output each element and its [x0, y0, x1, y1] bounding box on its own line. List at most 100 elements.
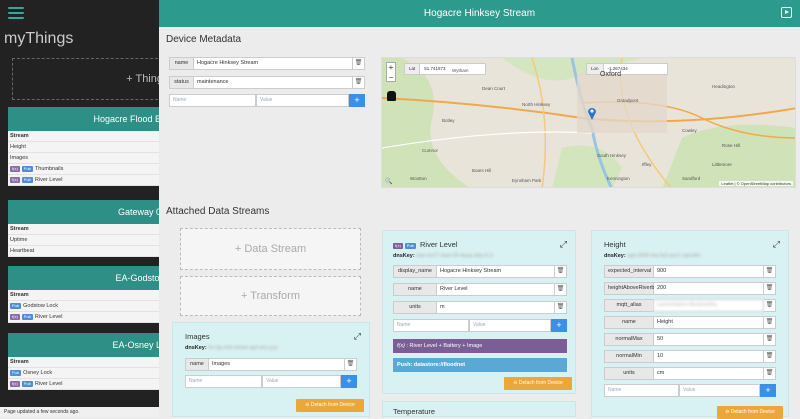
map-place-label: Littlemore: [712, 162, 732, 167]
new-value-input[interactable]: Value: [262, 375, 341, 388]
location-map[interactable]: + − Lat 51.741873 Lon -1.267434 Oxford Dea…: [381, 57, 796, 188]
thing-card[interactable]: Gateway 00Stream Uptime Heartbeat: [8, 200, 159, 257]
stream-column-header: Stream: [8, 224, 159, 235]
trash-icon[interactable]: 🗑: [555, 283, 567, 296]
stream-value-input[interactable]: Images: [209, 358, 345, 371]
trash-icon[interactable]: 🗑: [555, 265, 567, 278]
new-name-input[interactable]: Name: [604, 384, 679, 397]
stream-list-item[interactable]: Height: [8, 142, 159, 153]
trash-icon[interactable]: 🗑: [555, 301, 567, 314]
trash-icon[interactable]: 🗑: [764, 282, 776, 295]
stream-column-header: Stream: [8, 290, 159, 301]
detach-button[interactable]: ⊖ Detach from Device: [296, 399, 364, 412]
stream-new-row: Name Value +: [185, 375, 357, 388]
function-badge: f(x): [10, 314, 20, 320]
map-place-label: Cumnor: [422, 148, 439, 153]
stream-value-input[interactable]: Height: [654, 316, 764, 329]
stream-label: Uptime: [10, 236, 28, 243]
expand-icon[interactable]: ⤢: [354, 331, 361, 342]
thing-name[interactable]: Gateway 00: [8, 200, 159, 224]
new-name-input[interactable]: Name: [169, 94, 256, 107]
stream-value-input[interactable]: 10: [654, 350, 764, 363]
map-place-label: Dean Court: [482, 86, 506, 91]
stream-list-item[interactable]: Heartbeat: [8, 246, 159, 257]
metadata-key: name: [169, 57, 194, 70]
thing-name[interactable]: Hogacre Flood Ba: [8, 107, 159, 131]
streams-heading: Attached Data Streams: [166, 206, 270, 217]
stream-list-item[interactable]: Pub Godstow Lock: [8, 301, 159, 312]
stream-label: Thumbnails: [34, 165, 64, 172]
stream-label: Godstow Lock: [23, 302, 58, 309]
exit-icon[interactable]: [781, 7, 792, 18]
function-badge: f(x): [10, 166, 20, 172]
stream-list-item[interactable]: Uptime: [8, 235, 159, 246]
add-thing-button[interactable]: + Thing: [12, 58, 159, 100]
trash-icon[interactable]: 🗑: [764, 367, 776, 380]
stream-value-input[interactable]: 900: [654, 265, 764, 278]
stream-value-input[interactable]: 50: [654, 333, 764, 346]
add-field-button[interactable]: +: [341, 375, 357, 388]
trash-icon[interactable]: 🗑: [764, 333, 776, 346]
zoom-controls[interactable]: + −: [386, 62, 396, 82]
new-name-input[interactable]: Name: [393, 319, 469, 332]
publish-target[interactable]: Push: datastore://floodnet: [393, 358, 567, 372]
thing-card[interactable]: EA-GodstowStreamPubGodstow Lockf(x)PubRi…: [8, 266, 159, 323]
stream-value-input[interactable]: Hogacre Hinksey Stream: [437, 265, 555, 278]
stream-list-item[interactable]: Images: [8, 153, 159, 164]
thing-card[interactable]: Hogacre Flood Ba Stream Height Images f(x) Pu…: [8, 107, 159, 186]
stream-value-input[interactable]: cuerenfutero-floodnet/ha: [654, 299, 764, 312]
stream-key: name: [185, 358, 209, 371]
new-name-input[interactable]: Name: [185, 375, 262, 388]
stream-value-input[interactable]: River Level: [437, 283, 555, 296]
map-place-label: Iffley: [642, 162, 652, 167]
new-value-input[interactable]: Value: [256, 94, 349, 107]
detach-button[interactable]: ⊖ Detach from Device: [504, 377, 572, 390]
stream-key: normalMin: [604, 350, 654, 363]
search-icon[interactable]: 🔍: [385, 178, 392, 185]
trash-icon[interactable]: 🗑: [764, 316, 776, 329]
trash-icon[interactable]: 🗑: [345, 358, 357, 371]
lock-icon[interactable]: [387, 91, 396, 101]
function-badge: f(x): [10, 177, 20, 183]
new-value-input[interactable]: Value: [679, 384, 760, 397]
detach-button[interactable]: ⊖ Detach from Device: [717, 406, 783, 419]
map-marker-icon[interactable]: [587, 106, 597, 120]
new-value-input[interactable]: Value: [469, 319, 551, 332]
stream-list-item[interactable]: f(x) Pub Thumbnails: [8, 164, 159, 175]
trash-icon[interactable]: 🗑: [353, 76, 365, 89]
map-place-label: South Hinksey: [597, 153, 627, 158]
add-field-button[interactable]: +: [760, 384, 776, 397]
stream-value-input[interactable]: cm: [654, 367, 764, 380]
metadata-heading: Device Metadata: [166, 34, 242, 45]
stream-key: mqtt_alias: [604, 299, 654, 312]
stream-list-item[interactable]: f(x)PubRiver Level(4: [8, 379, 159, 390]
add-field-button[interactable]: +: [551, 319, 567, 332]
thing-name[interactable]: EA-Godstow: [8, 266, 159, 290]
lon-field[interactable]: Lon -1.267434: [586, 63, 668, 75]
trash-icon[interactable]: 🗑: [764, 299, 776, 312]
add-metadata-button[interactable]: +: [349, 94, 365, 107]
add-transform-button[interactable]: + Transform: [180, 276, 361, 316]
transform-formula[interactable]: f(x) : River Level + Battery + Image: [393, 339, 567, 353]
add-data-stream-button[interactable]: + Data Stream: [180, 228, 361, 270]
stream-list-item[interactable]: f(x)PubRiver Level(4: [8, 312, 159, 323]
stream-list-item[interactable]: f(x)PubRiver Level(4: [8, 175, 159, 186]
lat-field[interactable]: Lat 51.741873: [404, 63, 486, 75]
metadata-value-input[interactable]: Hogacre Hinksey Stream: [194, 57, 353, 70]
thing-name[interactable]: EA-Osney Lo: [8, 333, 159, 357]
stream-value-input[interactable]: m: [437, 301, 555, 314]
trash-icon[interactable]: 🗑: [764, 265, 776, 278]
expand-icon[interactable]: ⤢: [560, 239, 567, 250]
menu-icon[interactable]: [8, 4, 24, 20]
thing-card[interactable]: EA-Osney LoStreamPubOsney Lockf(x)PubRiv…: [8, 333, 159, 390]
stream-value-input[interactable]: 200: [654, 282, 764, 295]
expand-icon[interactable]: ⤢: [773, 239, 780, 250]
stream-key: units: [393, 301, 437, 314]
sidebar-title: myThings: [4, 30, 74, 47]
stream-title: Temperature: [393, 407, 436, 416]
metadata-key: status: [169, 76, 194, 89]
metadata-value-input[interactable]: maintenance: [194, 76, 353, 89]
stream-list-item[interactable]: Pub Osney Lock: [8, 368, 159, 379]
trash-icon[interactable]: 🗑: [764, 350, 776, 363]
trash-icon[interactable]: 🗑: [353, 57, 365, 70]
